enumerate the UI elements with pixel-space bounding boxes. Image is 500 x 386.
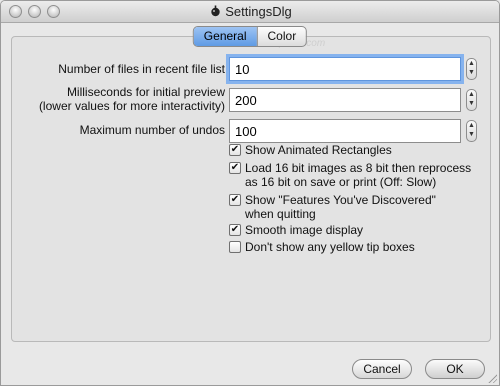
preview-ms-stepper[interactable]: ▲ ▼ [466,89,477,111]
checkmark-icon: ✔ [230,162,240,173]
checkbox-load-16bit[interactable]: ✔ Load 16 bit images as 8 bit then repro… [229,161,489,189]
preview-ms-label-line1: Milliseconds for initial preview [66,85,225,99]
checkbox-label: Show "Features You've Discovered" when q… [245,193,436,221]
checkbox-label-line2: when quitting [245,207,316,221]
stepper-up-icon[interactable]: ▲ [467,121,476,130]
recent-files-input[interactable] [229,57,461,81]
checkbox-box[interactable]: ✔ [229,162,241,174]
checkmark-icon: ✔ [230,194,240,205]
preview-ms-label-line2: (lower values for more interactivity) [38,99,225,113]
checkbox-label-line2: as 16 bit on save or print (Off: Slow) [245,175,437,189]
recent-files-stepper[interactable]: ▲ ▼ [466,58,477,80]
title-bar[interactable]: SettingsDlg [1,1,499,23]
max-undos-label: Maximum number of undos [79,123,225,137]
checkbox-label-line1: Smooth image display [245,223,364,237]
checkbox-box[interactable] [229,241,241,253]
tab-bar: General Color [192,26,308,47]
checkbox-features-discovered[interactable]: ✔ Show "Features You've Discovered" when… [229,193,489,221]
checkbox-label: Smooth image display [245,223,363,237]
stepper-down-icon[interactable]: ▼ [467,130,476,139]
checkbox-box[interactable]: ✔ [229,144,241,156]
window-title: SettingsDlg [1,4,499,19]
resize-grip-icon[interactable] [487,373,497,383]
checkmark-icon: ✔ [230,224,240,235]
preview-ms-label: Milliseconds for initial preview (lower … [39,85,225,113]
ok-button[interactable]: OK [425,359,485,379]
checkbox-label-line1: Load 16 bit images as 8 bit then reproce… [245,161,472,175]
tab-color[interactable]: Color [256,27,307,46]
recent-files-label: Number of files in recent file list [58,62,225,76]
tab-general[interactable]: General [193,27,257,46]
checkbox-label: Show Animated Rectangles [245,143,392,157]
checkbox-label-line1: Show Animated Rectangles [245,143,392,157]
window-title-text: SettingsDlg [225,4,292,19]
checkbox-smooth-display[interactable]: ✔ Smooth image display [229,223,489,237]
checkmark-icon: ✔ [230,144,240,155]
stepper-up-icon[interactable]: ▲ [467,59,476,68]
checkbox-box[interactable]: ✔ [229,194,241,206]
checkbox-label-line1: Show "Features You've Discovered" [245,193,436,207]
checkbox-animated-rectangles[interactable]: ✔ Show Animated Rectangles [229,143,489,157]
stepper-down-icon[interactable]: ▼ [467,68,476,77]
app-icon [211,5,220,17]
settings-window: SettingsDlg General Color www.softpedia.… [0,0,500,386]
stepper-up-icon[interactable]: ▲ [467,90,476,99]
checkbox-box[interactable]: ✔ [229,224,241,236]
stepper-down-icon[interactable]: ▼ [467,99,476,108]
max-undos-stepper[interactable]: ▲ ▼ [466,120,477,142]
cancel-button[interactable]: Cancel [352,359,412,379]
checkbox-label: Load 16 bit images as 8 bit then reproce… [245,161,471,189]
checkbox-label-line1: Don't show any yellow tip boxes [245,240,415,254]
max-undos-input[interactable] [229,119,461,143]
preview-ms-input[interactable] [229,88,461,112]
checkbox-label: Don't show any yellow tip boxes [245,240,415,254]
settings-panel [11,36,491,342]
checkbox-no-tip-boxes[interactable]: Don't show any yellow tip boxes [229,240,489,254]
